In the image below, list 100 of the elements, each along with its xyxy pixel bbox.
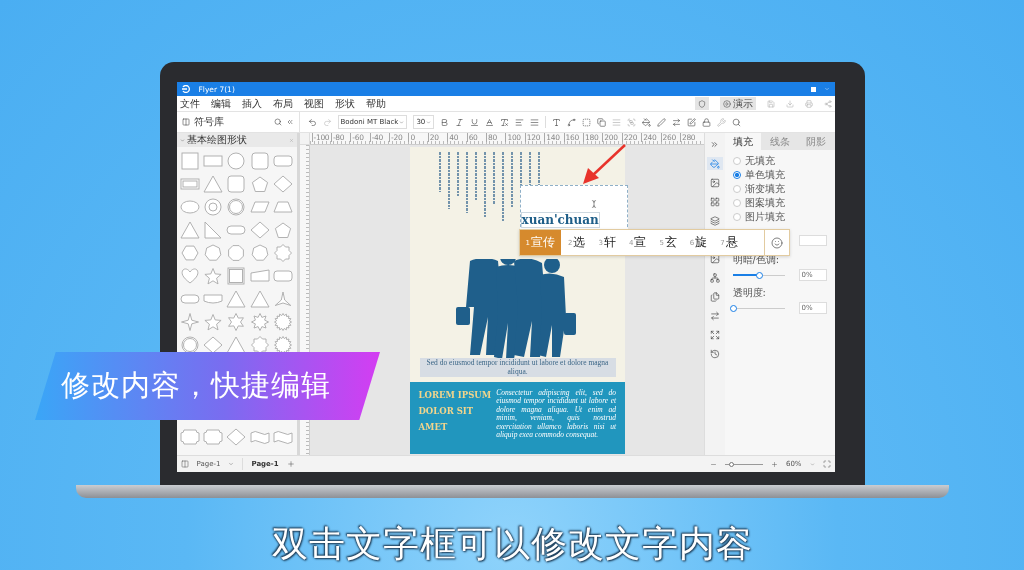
menu-item[interactable]: 编辑	[210, 96, 231, 111]
rounded-square-shape-icon[interactable]	[249, 151, 270, 170]
triangle-shape-icon[interactable]	[180, 220, 201, 239]
duplicate-icon[interactable]	[597, 117, 607, 127]
square-shape-icon[interactable]	[180, 151, 201, 170]
menu-item[interactable]: 帮助	[365, 96, 386, 111]
caret-icon[interactable]	[426, 119, 432, 125]
radio-button[interactable]	[732, 170, 741, 179]
slider-thumb[interactable]	[755, 271, 763, 279]
hexagon-shape-icon[interactable]	[180, 243, 201, 262]
menu-item[interactable]: 插入	[241, 96, 262, 111]
fill-option[interactable]: 无填充	[732, 154, 827, 167]
line-spacing-icon[interactable]	[530, 117, 540, 127]
layout-icon[interactable]	[180, 460, 189, 468]
download-icon[interactable]	[785, 99, 794, 108]
menu-item[interactable]: 形状	[334, 96, 355, 111]
caret-icon[interactable]	[823, 86, 830, 92]
plaque-shape-icon[interactable]	[180, 427, 201, 446]
redo-icon[interactable]	[322, 117, 332, 127]
triangle-shape-icon[interactable]	[249, 289, 270, 308]
burst-shape-icon[interactable]	[272, 312, 293, 331]
six-point-star-shape-icon[interactable]	[226, 312, 247, 331]
caret-icon[interactable]	[399, 119, 405, 125]
collapse-icon[interactable]	[285, 118, 294, 126]
save-icon[interactable]	[766, 99, 775, 108]
edit-icon[interactable]	[687, 117, 697, 127]
square-frame-shape-icon[interactable]	[226, 266, 247, 285]
tools-icon[interactable]	[717, 117, 727, 127]
library-icon[interactable]	[181, 118, 190, 126]
burst-shape-icon[interactable]	[272, 335, 293, 354]
group-icon[interactable]	[627, 117, 637, 127]
italic-icon[interactable]	[455, 117, 465, 127]
fill-option[interactable]: 图案填充	[732, 196, 827, 209]
underline-icon[interactable]	[470, 117, 480, 127]
eight-point-star-shape-icon[interactable]	[249, 312, 270, 331]
container-icon[interactable]	[582, 117, 592, 127]
four-point-star-shape-icon[interactable]	[180, 312, 201, 331]
distribute-icon[interactable]	[612, 117, 622, 127]
pentagon-shape-icon[interactable]	[272, 220, 293, 239]
connector-icon[interactable]	[567, 117, 577, 127]
zoom-in-icon[interactable]	[770, 460, 778, 468]
quadrilateral-shape-icon[interactable]	[249, 266, 270, 285]
right-triangle-shape-icon[interactable]	[203, 220, 224, 239]
pentagon-shape-icon[interactable]	[249, 174, 270, 193]
search-icon[interactable]	[273, 118, 282, 126]
three-point-star-shape-icon[interactable]	[272, 289, 293, 308]
fill-button[interactable]	[706, 157, 723, 170]
present-button[interactable]: 演示	[719, 97, 756, 110]
radio-button[interactable]	[732, 156, 741, 165]
caret-icon[interactable]	[228, 461, 235, 467]
circle-shape-icon[interactable]	[226, 151, 247, 170]
undo-icon[interactable]	[307, 117, 317, 127]
clear-format-icon[interactable]	[500, 117, 510, 127]
fullscreen-icon[interactable]	[822, 460, 831, 468]
triangle-shape-icon[interactable]	[226, 289, 247, 308]
align-icon[interactable]	[515, 117, 525, 127]
caret-icon[interactable]	[179, 137, 185, 143]
caret-icon[interactable]	[809, 461, 815, 467]
search-icon[interactable]	[732, 117, 742, 127]
star-shape-icon[interactable]	[203, 312, 224, 331]
heart-shape-icon[interactable]	[180, 266, 201, 285]
fill-icon[interactable]	[642, 117, 652, 127]
section-header[interactable]: 基本绘图形状	[176, 133, 297, 147]
menu-item[interactable]: 视图	[303, 96, 324, 111]
fill-option[interactable]: 单色填充	[732, 168, 827, 181]
radio-button[interactable]	[732, 212, 741, 221]
ellipse-shape-icon[interactable]	[180, 197, 201, 216]
octagon-shape-icon[interactable]	[226, 243, 247, 262]
double-ring-shape-icon[interactable]	[226, 197, 247, 216]
font-color-icon[interactable]	[485, 117, 495, 127]
diamond-shape-icon[interactable]	[272, 174, 293, 193]
fill-option[interactable]: 渐变填充	[732, 182, 827, 195]
play-icon[interactable]	[722, 99, 731, 108]
bold-icon[interactable]	[440, 117, 450, 127]
radio-button[interactable]	[732, 184, 741, 193]
text-box-input[interactable]: xuan'chuan	[520, 212, 600, 228]
line-style-icon[interactable]	[672, 117, 682, 127]
color-swatch[interactable]	[798, 235, 827, 246]
radio-button[interactable]	[732, 198, 741, 207]
zoom-thumb[interactable]	[728, 461, 734, 467]
heptagon-shape-icon[interactable]	[249, 243, 270, 262]
star-shape-icon[interactable]	[203, 266, 224, 285]
diamond-shape-icon[interactable]	[203, 335, 224, 354]
menu-item[interactable]: 文件	[179, 96, 200, 111]
lock-icon[interactable]	[702, 117, 712, 127]
fill-option[interactable]: 图片填充	[732, 210, 827, 223]
triangle-shape-icon[interactable]	[203, 174, 224, 193]
rounded-square-shape-icon[interactable]	[226, 174, 247, 193]
share-icon[interactable]	[823, 99, 832, 108]
text-tool-icon[interactable]	[552, 117, 562, 127]
close-icon[interactable]	[288, 137, 294, 143]
ring-shape-icon[interactable]	[203, 197, 224, 216]
seal-shape-icon[interactable]	[249, 335, 270, 354]
heptagon-shape-icon[interactable]	[203, 243, 224, 262]
diamond-shape-icon[interactable]	[226, 427, 247, 446]
text-box[interactable]: xuan'chuan	[519, 185, 628, 232]
double-ring-shape-icon[interactable]	[180, 335, 201, 354]
print-icon[interactable]	[804, 99, 813, 108]
menu-item[interactable]: 布局	[272, 96, 293, 111]
pen-icon[interactable]	[657, 117, 667, 127]
